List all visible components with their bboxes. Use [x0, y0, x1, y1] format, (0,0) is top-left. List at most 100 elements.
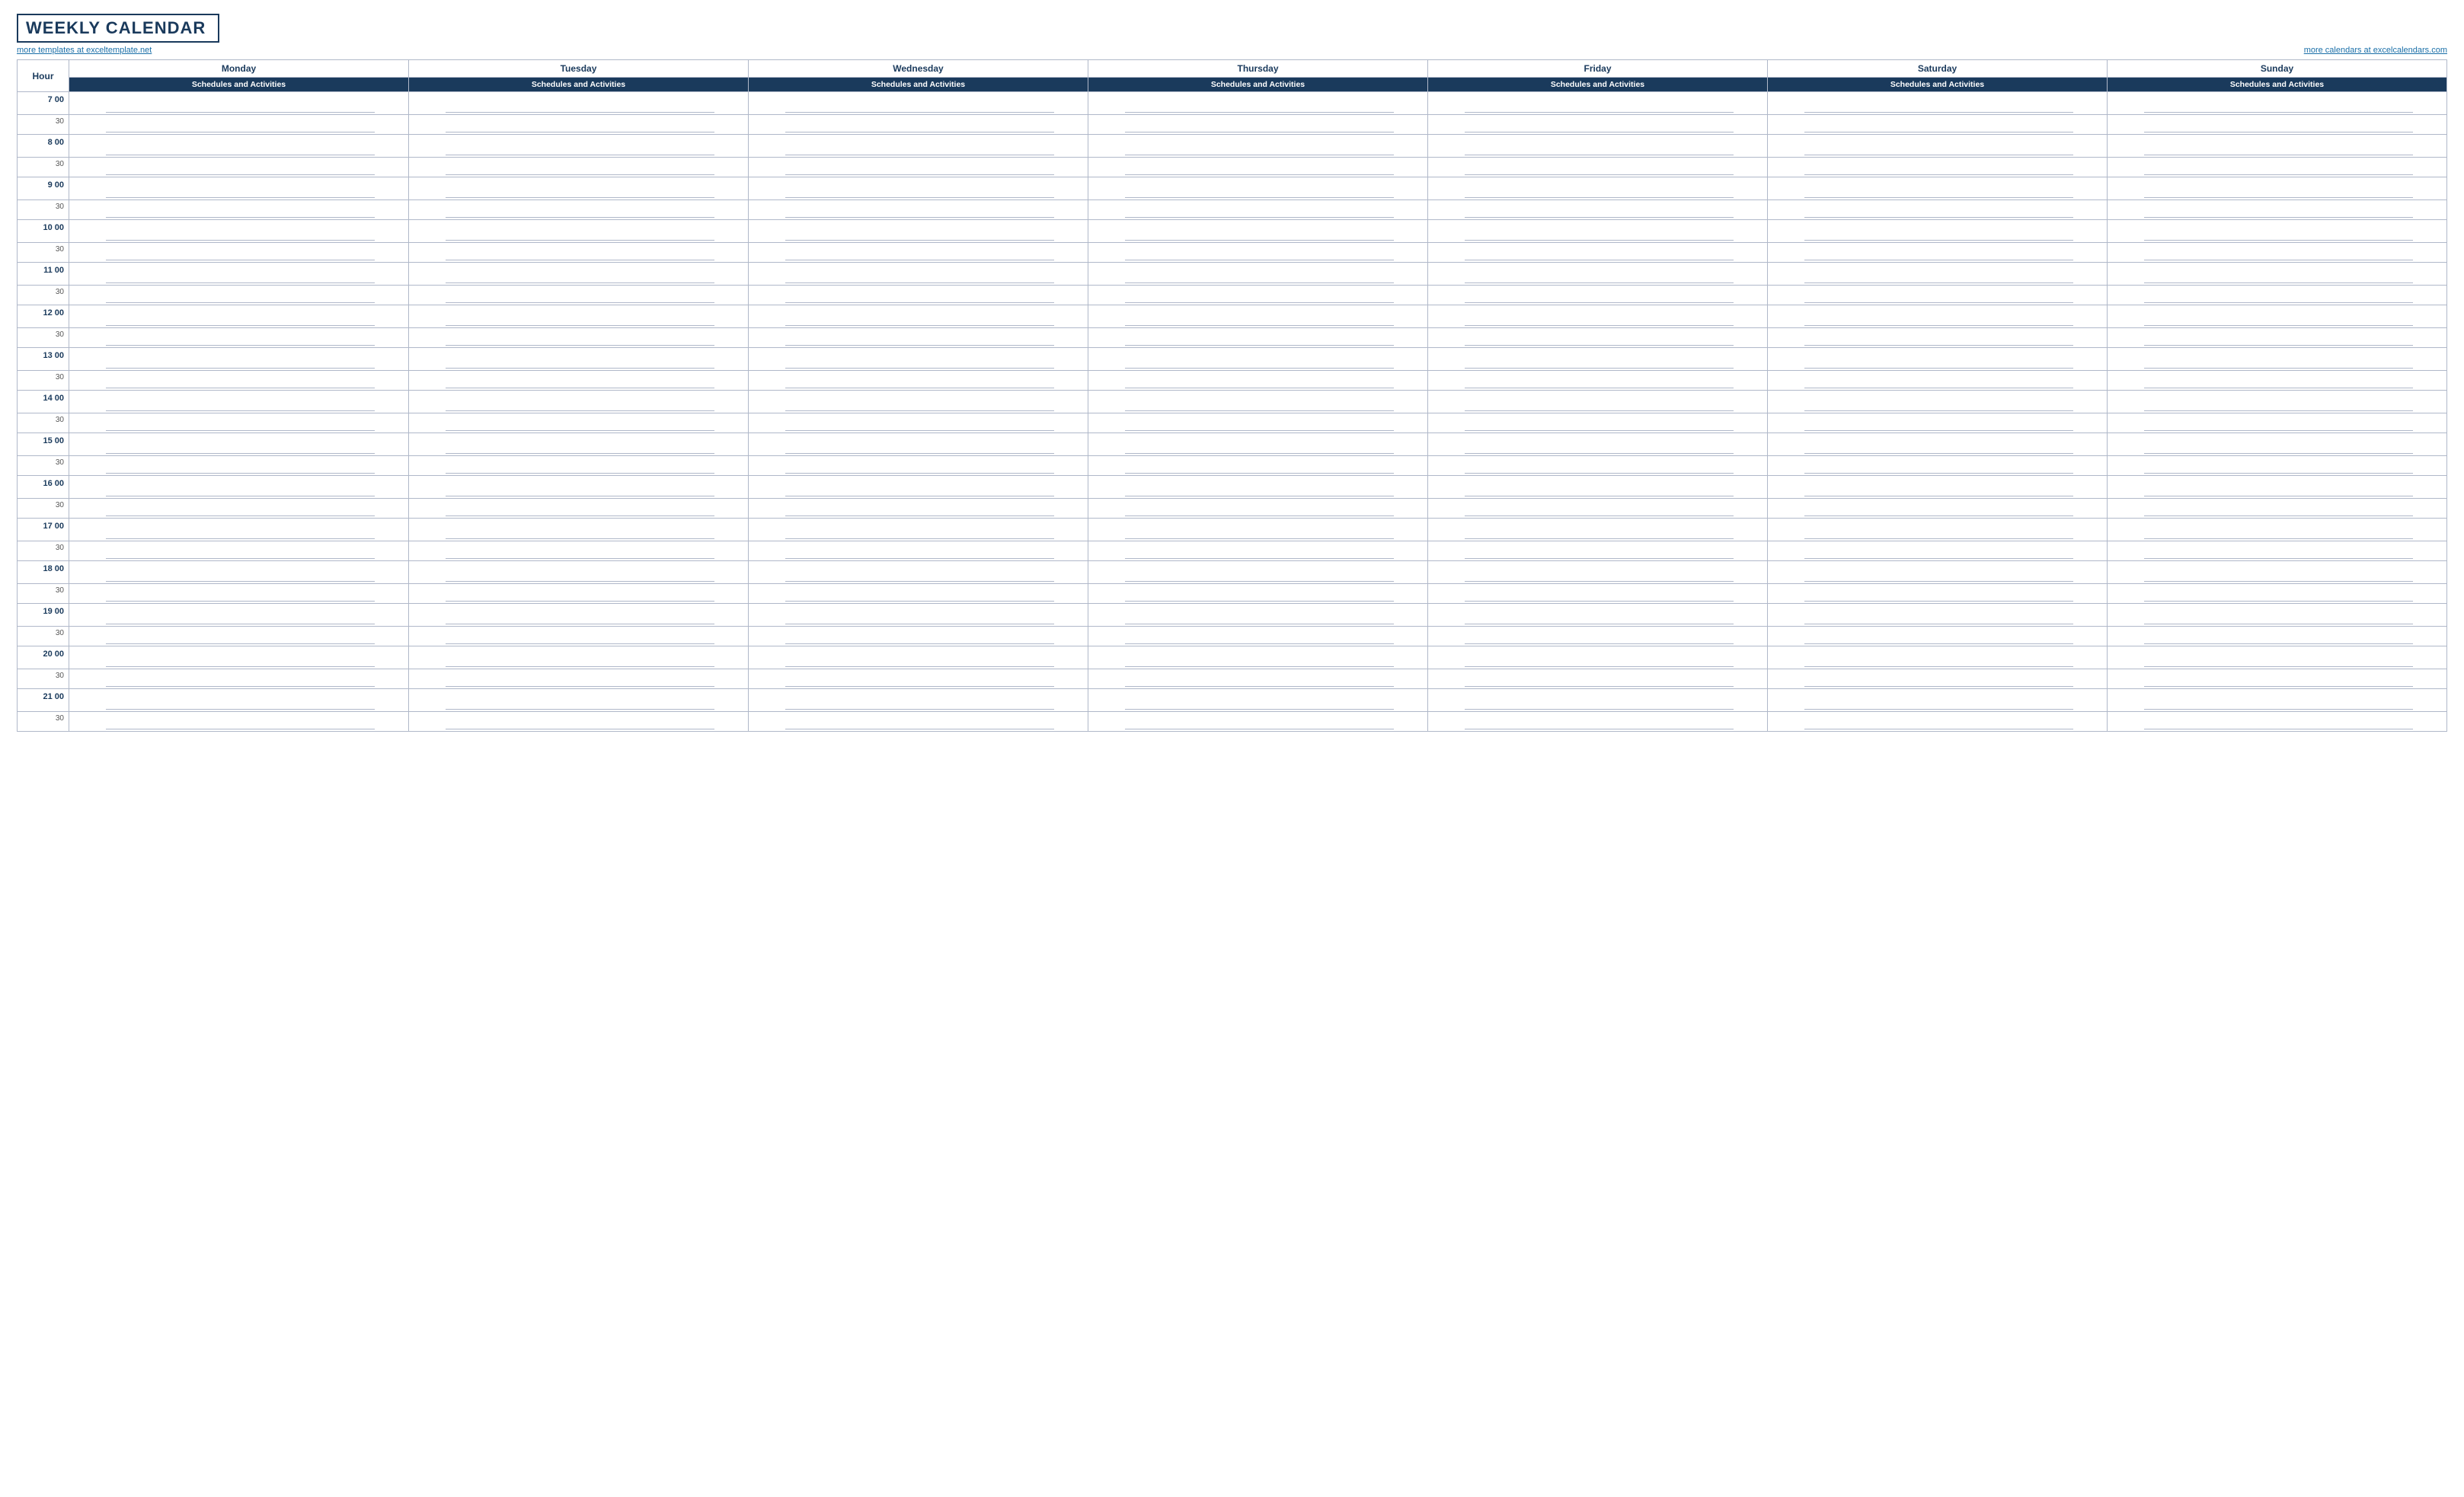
hour-cell[interactable] [2108, 476, 2447, 499]
hour-cell[interactable] [69, 391, 409, 413]
hour-cell[interactable] [69, 177, 409, 200]
half-hour-cell[interactable] [69, 115, 409, 135]
hour-cell[interactable] [2108, 391, 2447, 413]
hour-cell[interactable] [1768, 561, 2108, 584]
half-hour-cell[interactable] [1768, 328, 2108, 348]
hour-cell[interactable] [2108, 561, 2447, 584]
half-hour-cell[interactable] [1088, 286, 1428, 305]
half-hour-cell[interactable] [409, 541, 749, 561]
half-hour-cell[interactable] [1768, 158, 2108, 177]
half-hour-cell[interactable] [69, 627, 409, 646]
hour-cell[interactable] [409, 689, 749, 712]
half-hour-cell[interactable] [1768, 115, 2108, 135]
half-hour-cell[interactable] [2108, 669, 2447, 689]
half-hour-cell[interactable] [1768, 627, 2108, 646]
hour-cell[interactable] [69, 305, 409, 328]
half-hour-cell[interactable] [1088, 413, 1428, 433]
hour-cell[interactable] [749, 220, 1088, 243]
hour-cell[interactable] [409, 391, 749, 413]
hour-cell[interactable] [2108, 220, 2447, 243]
hour-cell[interactable] [409, 263, 749, 286]
half-hour-cell[interactable] [1768, 243, 2108, 263]
hour-cell[interactable] [409, 177, 749, 200]
hour-cell[interactable] [69, 220, 409, 243]
hour-cell[interactable] [1088, 92, 1428, 115]
hour-cell[interactable] [1428, 519, 1768, 541]
half-hour-cell[interactable] [749, 158, 1088, 177]
half-hour-cell[interactable] [749, 456, 1088, 476]
hour-cell[interactable] [1428, 646, 1768, 669]
hour-cell[interactable] [2108, 92, 2447, 115]
half-hour-cell[interactable] [1088, 158, 1428, 177]
hour-cell[interactable] [1428, 305, 1768, 328]
half-hour-cell[interactable] [1088, 243, 1428, 263]
half-hour-cell[interactable] [1428, 200, 1768, 220]
hour-cell[interactable] [1768, 263, 2108, 286]
hour-cell[interactable] [69, 263, 409, 286]
half-hour-cell[interactable] [409, 456, 749, 476]
hour-cell[interactable] [1428, 433, 1768, 456]
hour-cell[interactable] [1428, 476, 1768, 499]
hour-cell[interactable] [1768, 92, 2108, 115]
half-hour-cell[interactable] [749, 371, 1088, 391]
hour-cell[interactable] [1428, 263, 1768, 286]
hour-cell[interactable] [1088, 646, 1428, 669]
half-hour-cell[interactable] [1088, 371, 1428, 391]
half-hour-cell[interactable] [409, 499, 749, 519]
half-hour-cell[interactable] [409, 627, 749, 646]
half-hour-cell[interactable] [1768, 371, 2108, 391]
half-hour-cell[interactable] [1428, 371, 1768, 391]
hour-cell[interactable] [1768, 689, 2108, 712]
hour-cell[interactable] [69, 646, 409, 669]
hour-cell[interactable] [1428, 220, 1768, 243]
half-hour-cell[interactable] [2108, 200, 2447, 220]
hour-cell[interactable] [2108, 646, 2447, 669]
half-hour-cell[interactable] [2108, 286, 2447, 305]
half-hour-cell[interactable] [409, 328, 749, 348]
hour-cell[interactable] [1428, 689, 1768, 712]
half-hour-cell[interactable] [749, 200, 1088, 220]
half-hour-cell[interactable] [2108, 115, 2447, 135]
half-hour-cell[interactable] [1768, 499, 2108, 519]
half-hour-cell[interactable] [2108, 243, 2447, 263]
half-hour-cell[interactable] [409, 712, 749, 732]
half-hour-cell[interactable] [749, 286, 1088, 305]
half-hour-cell[interactable] [69, 158, 409, 177]
half-hour-cell[interactable] [1768, 669, 2108, 689]
hour-cell[interactable] [749, 646, 1088, 669]
half-hour-cell[interactable] [749, 669, 1088, 689]
hour-cell[interactable] [69, 433, 409, 456]
left-link[interactable]: more templates at exceltemplate.net [17, 46, 152, 55]
hour-cell[interactable] [749, 348, 1088, 371]
half-hour-cell[interactable] [1428, 456, 1768, 476]
hour-cell[interactable] [69, 561, 409, 584]
half-hour-cell[interactable] [2108, 328, 2447, 348]
half-hour-cell[interactable] [749, 115, 1088, 135]
hour-cell[interactable] [2108, 689, 2447, 712]
hour-cell[interactable] [1768, 604, 2108, 627]
hour-cell[interactable] [1088, 561, 1428, 584]
half-hour-cell[interactable] [409, 243, 749, 263]
half-hour-cell[interactable] [1428, 243, 1768, 263]
hour-cell[interactable] [2108, 519, 2447, 541]
hour-cell[interactable] [409, 476, 749, 499]
hour-cell[interactable] [2108, 604, 2447, 627]
hour-cell[interactable] [1428, 348, 1768, 371]
half-hour-cell[interactable] [2108, 413, 2447, 433]
half-hour-cell[interactable] [749, 541, 1088, 561]
half-hour-cell[interactable] [2108, 627, 2447, 646]
half-hour-cell[interactable] [1768, 200, 2108, 220]
hour-cell[interactable] [1088, 433, 1428, 456]
hour-cell[interactable] [1428, 604, 1768, 627]
half-hour-cell[interactable] [1428, 413, 1768, 433]
hour-cell[interactable] [749, 177, 1088, 200]
hour-cell[interactable] [749, 689, 1088, 712]
hour-cell[interactable] [749, 135, 1088, 158]
half-hour-cell[interactable] [1088, 712, 1428, 732]
half-hour-cell[interactable] [1428, 669, 1768, 689]
half-hour-cell[interactable] [69, 413, 409, 433]
hour-cell[interactable] [749, 476, 1088, 499]
hour-cell[interactable] [69, 135, 409, 158]
hour-cell[interactable] [409, 433, 749, 456]
half-hour-cell[interactable] [409, 115, 749, 135]
